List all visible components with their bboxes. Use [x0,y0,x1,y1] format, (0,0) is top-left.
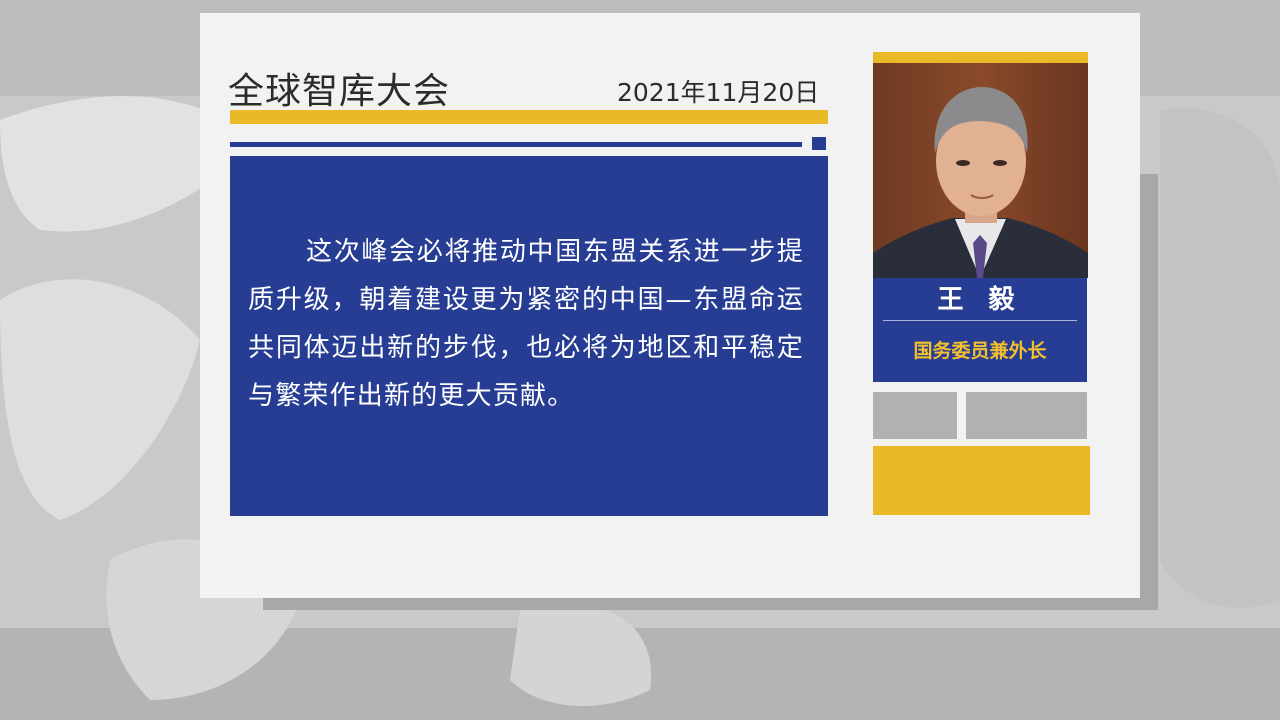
speaker-role: 国务委员兼外长 [913,340,1047,362]
title-underline-yellow [230,110,828,124]
speaker-portrait-photo [873,63,1088,278]
yellow-block [873,446,1090,515]
speaker-divider [883,320,1077,321]
gray-block-left [873,392,957,439]
speaker-name: 王 毅 [937,285,1023,315]
gray-block-right [966,392,1087,439]
divider-blue-line [230,142,802,147]
divider-blue-square [812,137,826,150]
photo-top-bar [873,52,1088,63]
page-title: 全球智库大会 [228,71,451,112]
quote-text: 这次峰会必将推动中国东盟关系进一步提质升级，朝着建设更为紧密的中国—东盟命运共同… [248,237,804,411]
date-label: 2021年11月20日 [617,78,820,107]
